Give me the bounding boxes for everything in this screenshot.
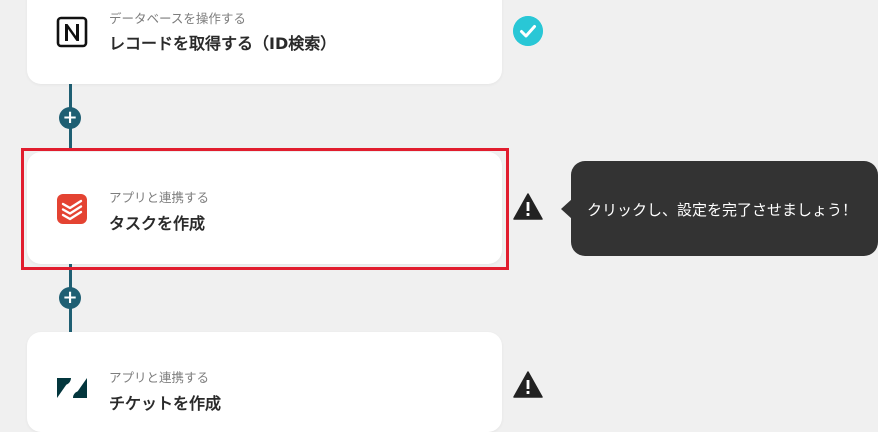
notion-icon <box>56 16 88 48</box>
step-title: チケットを作成 <box>109 394 222 413</box>
warning-icon <box>513 371 543 398</box>
tooltip-text: クリックし、設定を完了させましょう！ <box>587 201 858 219</box>
zendesk-icon <box>57 378 87 398</box>
step-card-notion[interactable]: データベースを操作する レコードを取得する（ID検索） <box>27 0 502 84</box>
warning-icon <box>513 193 543 220</box>
step-subtitle: データベースを操作する <box>109 11 246 26</box>
tooltip: クリックし、設定を完了させましょう！ <box>571 161 878 256</box>
step-subtitle: アプリと連携する <box>109 370 210 385</box>
add-step-button[interactable]: + <box>59 107 81 129</box>
check-circle-icon <box>513 16 543 46</box>
add-step-button[interactable]: + <box>59 287 81 309</box>
step-card-zendesk[interactable]: アプリと連携する チケットを作成 <box>27 332 502 432</box>
step-title: レコードを取得する（ID検索） <box>109 34 337 53</box>
selected-step-highlight <box>21 148 509 270</box>
